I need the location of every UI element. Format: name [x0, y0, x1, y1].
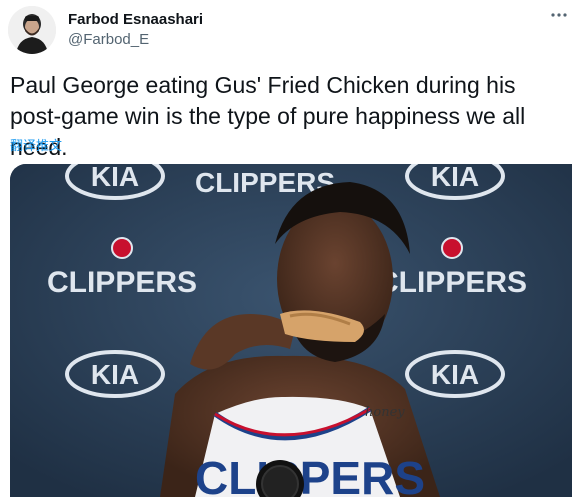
svg-text:KIA: KIA [91, 359, 139, 390]
media-photo: KIA CLIPPERS KIA CLIPPERS CLIPPERS KIA K… [10, 164, 572, 497]
avatar-image [8, 6, 56, 54]
jersey-tag: honey [365, 405, 405, 420]
svg-text:CLIPPERS: CLIPPERS [47, 266, 197, 299]
author-handle[interactable]: @Farbod_E [68, 31, 149, 48]
tweet-media[interactable]: KIA CLIPPERS KIA CLIPPERS CLIPPERS KIA K… [10, 164, 572, 497]
more-button[interactable] [548, 4, 570, 26]
svg-text:KIA: KIA [431, 164, 479, 192]
jersey-text: CLIPPERS [195, 452, 425, 497]
translate-tweet-link[interactable]: 翻译推文 [10, 135, 62, 154]
svg-text:KIA: KIA [431, 359, 479, 390]
svg-text:CLIPPERS: CLIPPERS [377, 266, 527, 299]
author-name[interactable]: Farbod Esnaashari [68, 11, 203, 28]
avatar[interactable] [8, 6, 56, 54]
more-horizontal-icon [551, 13, 567, 17]
tweet-text: Paul George eating Gus' Fried Chicken du… [10, 72, 526, 160]
svg-text:KIA: KIA [91, 164, 139, 192]
